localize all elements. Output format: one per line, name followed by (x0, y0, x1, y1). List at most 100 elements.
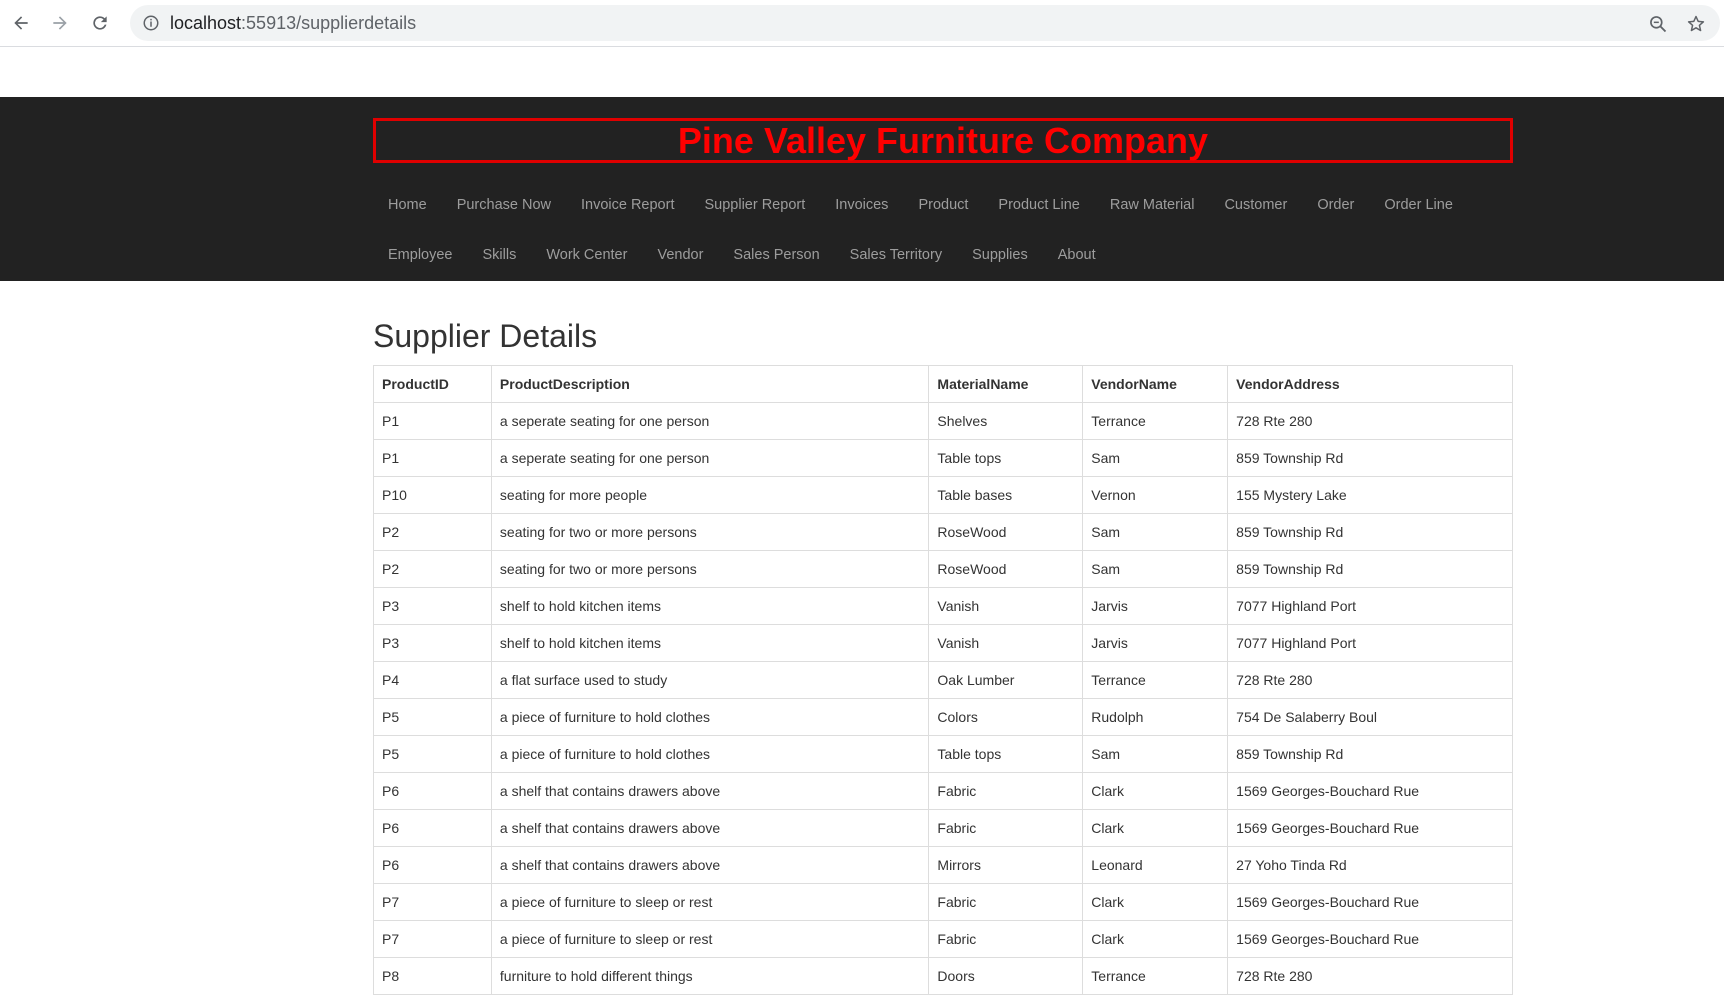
table-cell: a piece of furniture to sleep or rest (490, 920, 930, 958)
table-cell: shelf to hold kitchen items (490, 624, 930, 662)
nav-invoices[interactable]: Invoices (820, 195, 903, 215)
info-icon[interactable] (142, 14, 160, 32)
zoom-icon[interactable] (1648, 14, 1668, 34)
table-cell: P10 (373, 476, 492, 514)
table-cell: P1 (373, 439, 492, 477)
table-cell: Rudolph (1082, 698, 1229, 736)
nav-purchase-now[interactable]: Purchase Now (442, 195, 566, 215)
table-row: P10 seating for more people Table bases Ver… (373, 476, 1513, 514)
table-cell: Sam (1082, 550, 1229, 588)
table-cell: Clark (1082, 809, 1229, 847)
table-cell: P2 (373, 550, 492, 588)
table-header-row: ProductID ProductDescription MaterialNam… (373, 365, 1513, 403)
table-cell: a seperate seating for one person (490, 439, 930, 477)
nav-about[interactable]: About (1043, 245, 1111, 265)
table-cell: P5 (373, 698, 492, 736)
table-row: P3 shelf to hold kitchen items Vanish Jarvi… (373, 587, 1513, 625)
nav-supplies[interactable]: Supplies (957, 245, 1043, 265)
nav-skills[interactable]: Skills (467, 245, 531, 265)
table-cell: Fabric (928, 809, 1084, 847)
table-cell: RoseWood (928, 550, 1084, 588)
table-cell: Sam (1082, 439, 1229, 477)
table-cell: a seperate seating for one person (490, 402, 930, 440)
nav-supplier-report[interactable]: Supplier Report (689, 195, 820, 215)
table-cell: a shelf that contains drawers above (490, 772, 930, 810)
table-cell: Doors (928, 957, 1084, 995)
nav-raw-material[interactable]: Raw Material (1095, 195, 1210, 215)
nav-product[interactable]: Product (903, 195, 983, 215)
table-cell: Colors (928, 698, 1084, 736)
table-cell: a flat surface used to study (490, 661, 930, 699)
table-cell: Fabric (928, 883, 1084, 921)
nav-sales-person[interactable]: Sales Person (718, 245, 834, 265)
arrow-right-icon (53, 16, 67, 30)
table-cell: Fabric (928, 772, 1084, 810)
browser-toolbar: localhost:55913/supplierdetails (0, 0, 1724, 47)
table-cell: 155 Mystery Lake (1227, 476, 1513, 514)
nav-sales-territory[interactable]: Sales Territory (835, 245, 957, 265)
table-cell: 859 Township Rd (1227, 735, 1513, 773)
table-cell: shelf to hold kitchen items (490, 587, 930, 625)
table-cell: Leonard (1082, 846, 1229, 884)
table-cell: Shelves (928, 402, 1084, 440)
table-cell: Vanish (928, 624, 1084, 662)
nav-invoice-report[interactable]: Invoice Report (566, 195, 690, 215)
nav-order[interactable]: Order (1302, 195, 1369, 215)
page-title: Supplier Details (373, 318, 598, 354)
table-cell: Terrance (1082, 957, 1229, 995)
table-cell: 728 Rte 280 (1227, 402, 1513, 440)
main-nav-row-2: Employee Skills Work Center Vendor Sales… (373, 245, 1111, 265)
nav-home[interactable]: Home (373, 195, 442, 215)
table-row: P7 a piece of furniture to sleep or rest F… (373, 920, 1513, 958)
brand-banner[interactable]: Pine Valley Furniture Company (373, 118, 1513, 163)
table-cell: P4 (373, 661, 492, 699)
table-cell: P2 (373, 513, 492, 551)
table-cell: 859 Township Rd (1227, 550, 1513, 588)
table-cell: 1569 Georges-Bouchard Rue (1227, 809, 1513, 847)
table-row: P5 a piece of furniture to hold clothes Ta… (373, 735, 1513, 773)
table-cell: P6 (373, 846, 492, 884)
brand-title[interactable]: Pine Valley Furniture Company (678, 120, 1208, 162)
table-cell: Mirrors (928, 846, 1084, 884)
table-cell: Vernon (1082, 476, 1229, 514)
table-cell: P1 (373, 402, 492, 440)
table-cell: Table bases (928, 476, 1084, 514)
table-cell: seating for two or more persons (490, 513, 930, 551)
column-header: ProductDescription (490, 365, 930, 403)
table-row: P2 seating for two or more persons RoseWoo… (373, 550, 1513, 588)
table-cell: Jarvis (1082, 624, 1229, 662)
table-cell: Fabric (928, 920, 1084, 958)
table-row: P3 shelf to hold kitchen items Vanish Jarvi… (373, 624, 1513, 662)
address-bar[interactable]: localhost:55913/supplierdetails (130, 5, 1720, 41)
table-cell: furniture to hold different things (490, 957, 930, 995)
table-cell: Jarvis (1082, 587, 1229, 625)
table-cell: P6 (373, 809, 492, 847)
reload-button[interactable] (85, 8, 115, 38)
table-cell: a piece of furniture to hold clothes (490, 735, 930, 773)
nav-product-line[interactable]: Product Line (983, 195, 1094, 215)
table-cell: seating for more people (490, 476, 930, 514)
table-cell: 1569 Georges-Bouchard Rue (1227, 883, 1513, 921)
reload-icon (93, 16, 107, 30)
column-header: VendorAddress (1227, 365, 1513, 403)
bookmark-star-icon[interactable] (1686, 14, 1706, 34)
table-cell: Table tops (928, 735, 1084, 773)
nav-employee[interactable]: Employee (373, 245, 467, 265)
nav-customer[interactable]: Customer (1209, 195, 1302, 215)
table-cell: Terrance (1082, 661, 1229, 699)
table-cell: Clark (1082, 883, 1229, 921)
table-cell: P7 (373, 920, 492, 958)
table-row: P8 furniture to hold different things Door… (373, 957, 1513, 995)
table-cell: P3 (373, 587, 492, 625)
back-button[interactable] (6, 8, 36, 38)
nav-work-center[interactable]: Work Center (531, 245, 642, 265)
table-cell: 7077 Highland Port (1227, 587, 1513, 625)
nav-order-line[interactable]: Order Line (1369, 195, 1468, 215)
forward-button[interactable] (45, 8, 75, 38)
table-row: P6 a shelf that contains drawers above Fab… (373, 809, 1513, 847)
url-text[interactable]: localhost:55913/supplierdetails (170, 13, 416, 34)
table-cell: P7 (373, 883, 492, 921)
nav-vendor[interactable]: Vendor (642, 245, 718, 265)
table-cell: 859 Township Rd (1227, 513, 1513, 551)
table-row: P4 a flat surface used to study Oak Lumber… (373, 661, 1513, 699)
